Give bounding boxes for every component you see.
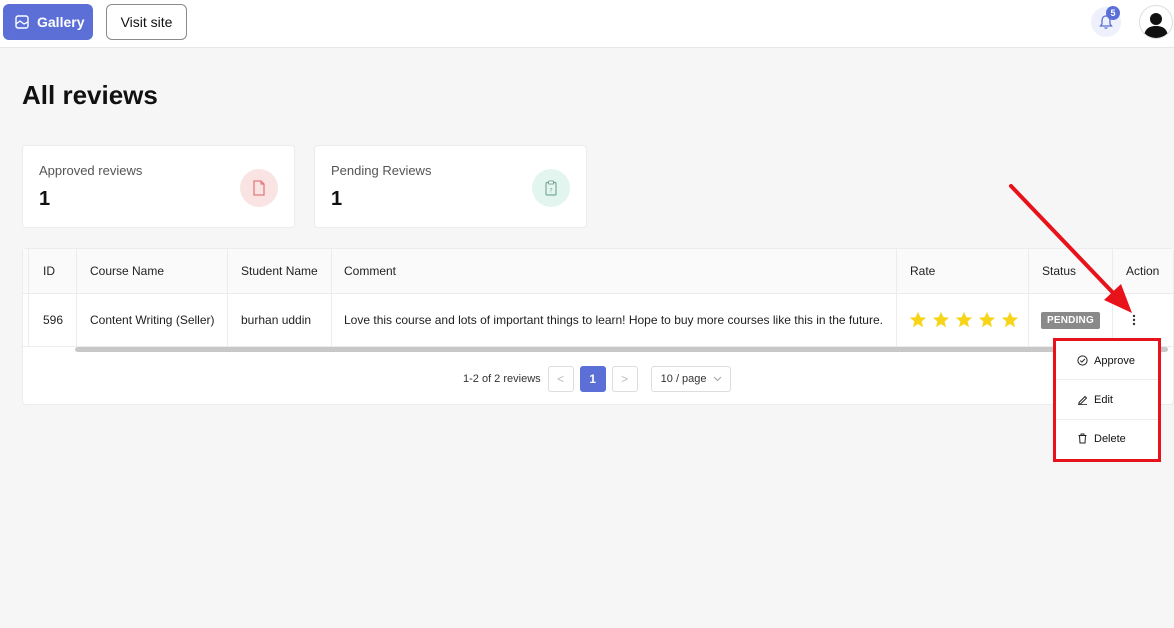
more-vertical-icon [1132, 314, 1136, 326]
menu-item-approve[interactable]: Approve [1056, 341, 1158, 380]
cell-course: Content Writing (Seller) [90, 313, 215, 327]
notification-button[interactable]: 5 [1091, 6, 1121, 37]
clipboard-question-icon: ? [532, 169, 570, 207]
star-icon [1001, 311, 1019, 328]
chevron-down-icon [713, 376, 722, 382]
action-dropdown-menu: Approve Edit Delete [1053, 338, 1161, 462]
check-circle-icon [1077, 355, 1088, 366]
prev-page-button[interactable]: < [547, 366, 574, 392]
card-label: Approved reviews [39, 163, 143, 178]
horizontal-scrollbar[interactable] [75, 347, 1168, 352]
svg-text:?: ? [549, 187, 552, 195]
cell-comment: Love this course and lots of important t… [344, 313, 883, 327]
page-size-select[interactable]: 10 / page [650, 366, 731, 392]
user-icon [1144, 13, 1168, 38]
column-header-rate: Rate [910, 264, 936, 278]
page-size-value: 10 / page [660, 373, 707, 385]
reviews-table: ID Course Name Student Name Comment Rate… [22, 248, 1174, 405]
notification-badge: 5 [1106, 6, 1120, 20]
top-bar: Gallery Visit site 5 [0, 0, 1174, 48]
column-header-action: Action [1126, 264, 1160, 278]
star-rating [909, 311, 1019, 329]
pagination: 1-2 of 2 reviews < 1 > 10 / page [463, 366, 731, 392]
pending-reviews-card: Pending Reviews 1 ? [314, 145, 587, 228]
card-value: 1 [39, 188, 51, 210]
menu-item-label: Approve [1094, 354, 1135, 367]
gallery-icon [15, 15, 29, 29]
card-label: Pending Reviews [331, 163, 432, 178]
next-page-button[interactable]: > [611, 366, 638, 392]
cell-student: burhan uddin [241, 313, 312, 327]
star-icon [909, 311, 927, 328]
column-header-student: Student Name [241, 264, 318, 278]
star-icon [932, 311, 950, 328]
edit-icon [1078, 395, 1088, 405]
column-header-status: Status [1042, 264, 1077, 278]
cell-id: 596 [43, 313, 64, 327]
card-value: 1 [331, 188, 343, 210]
page-1-button[interactable]: 1 [579, 366, 606, 392]
document-icon [240, 169, 278, 207]
column-header-course: Course Name [90, 264, 165, 278]
column-header-comment: Comment [344, 264, 397, 278]
menu-item-delete[interactable]: Delete [1056, 419, 1158, 458]
avatar[interactable] [1139, 5, 1173, 39]
visit-site-label: Visit site [120, 14, 173, 30]
gallery-button[interactable]: Gallery [3, 4, 93, 40]
status-badge: PENDING [1041, 311, 1100, 329]
menu-item-label: Edit [1094, 393, 1113, 406]
table-row: 596 Content Writing (Seller) burhan uddi… [23, 294, 1173, 347]
star-icon [955, 311, 973, 328]
column-header-id: ID [43, 264, 55, 278]
menu-item-label: Delete [1094, 432, 1126, 445]
pagination-summary: 1-2 of 2 reviews [463, 373, 541, 385]
table-header: ID Course Name Student Name Comment Rate… [23, 249, 1173, 294]
page-title: All reviews [22, 80, 158, 110]
visit-site-button[interactable]: Visit site [106, 4, 187, 40]
trash-icon [1078, 433, 1087, 444]
cell-rate [909, 294, 1019, 346]
menu-item-edit[interactable]: Edit [1056, 380, 1158, 419]
approved-reviews-card: Approved reviews 1 [22, 145, 295, 228]
gallery-button-label: Gallery [37, 14, 85, 30]
star-icon [978, 311, 996, 328]
